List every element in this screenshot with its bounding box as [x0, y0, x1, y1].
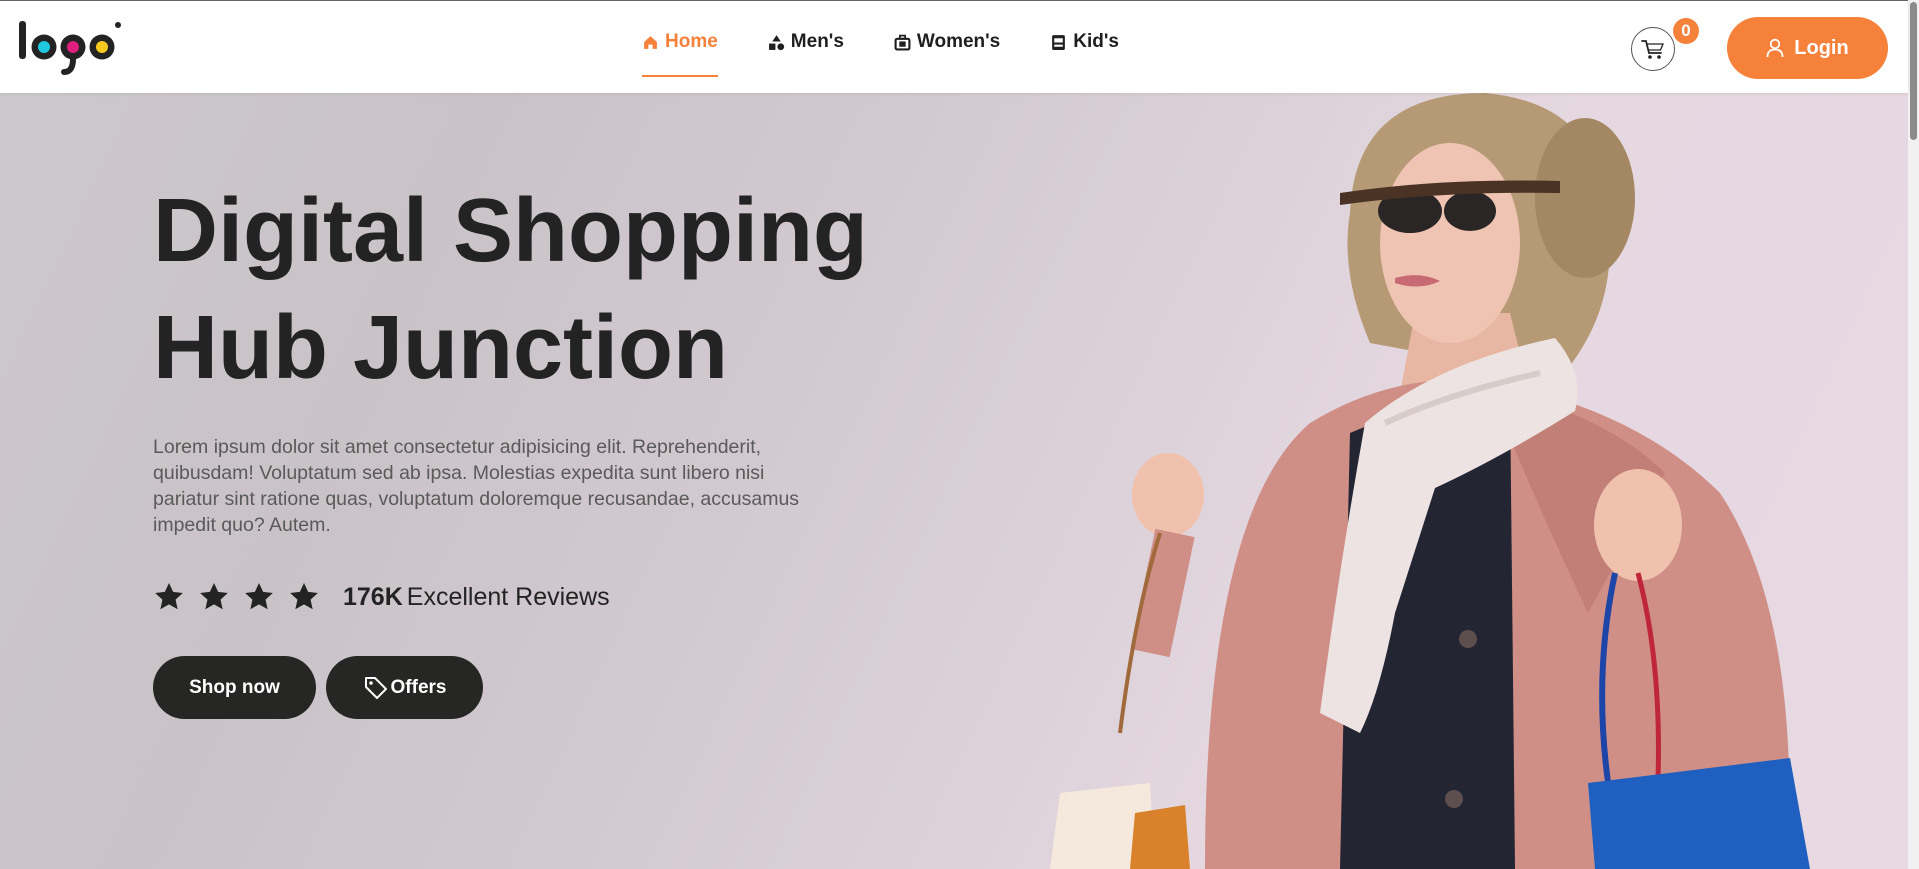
nav-womens-label: Women's — [916, 31, 1001, 52]
page-scrollbar[interactable] — [1908, 0, 1919, 869]
cart-count-badge: 0 — [1673, 18, 1699, 44]
shop-now-button[interactable]: Shop now — [153, 656, 316, 719]
hero-title-line1: Digital Shopping — [153, 181, 868, 281]
star-icon — [200, 583, 228, 610]
reviews-count: 176K — [343, 582, 403, 611]
reviews-label: Excellent Reviews — [406, 582, 610, 611]
star-icon — [290, 583, 318, 610]
cart-button[interactable] — [1631, 27, 1675, 71]
nav-womens[interactable]: Women's — [894, 31, 1000, 77]
nav-mens[interactable]: Men's — [768, 31, 844, 77]
offers-button[interactable]: Offers — [326, 656, 483, 719]
nav-kids-label: Kid's — [1073, 31, 1119, 52]
tag-icon — [364, 676, 387, 699]
contact-card-icon — [1052, 35, 1066, 50]
home-icon — [644, 36, 657, 49]
hero-title: Digital Shopping Hub Junction — [153, 173, 973, 407]
nav-kids[interactable]: Kid's — [1050, 31, 1119, 77]
scrollbar-thumb[interactable] — [1910, 2, 1917, 140]
nav-home[interactable]: Home — [642, 31, 718, 77]
shopping-cart-icon — [1641, 40, 1664, 59]
offers-label: Offers — [390, 676, 447, 698]
site-header: Home Men's Women's Kid's 0 Login — [0, 0, 1908, 93]
login-label: Login — [1794, 36, 1849, 59]
reviews-text: 176K Excellent Reviews — [343, 583, 610, 612]
login-button[interactable]: Login — [1727, 17, 1888, 79]
star-icon — [155, 583, 183, 610]
hero-description: Lorem ipsum dolor sit amet consectetur a… — [153, 436, 800, 536]
main-nav: Home Men's Women's Kid's — [642, 31, 1169, 77]
hero-section: Digital Shopping Hub Junction Lorem ipsu… — [0, 93, 1908, 869]
briefcase-icon — [894, 34, 911, 51]
nav-mens-label: Men's — [790, 31, 844, 52]
hero-title-line2: Hub Junction — [153, 298, 728, 398]
user-icon — [1766, 38, 1784, 58]
star-icon — [245, 583, 273, 610]
rating: 176K Excellent Reviews — [153, 581, 610, 613]
hero-model-image — [1050, 93, 1810, 869]
shapes-icon — [768, 35, 784, 51]
logo[interactable] — [18, 19, 130, 77]
nav-home-label: Home — [665, 31, 718, 52]
